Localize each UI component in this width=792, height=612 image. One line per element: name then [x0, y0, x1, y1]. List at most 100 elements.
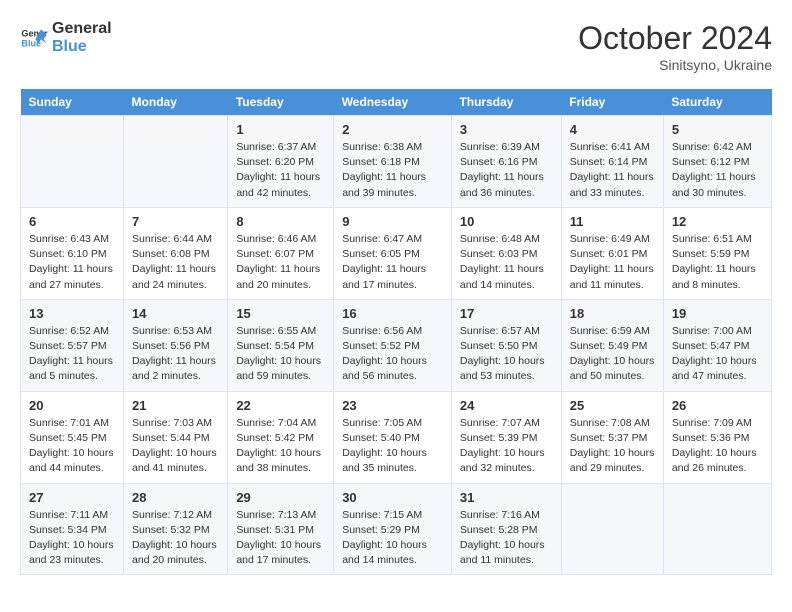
day-content: Sunrise: 6:57 AM Sunset: 5:50 PM Dayligh… — [460, 324, 553, 385]
calendar-cell: 28 Sunrise: 7:12 AM Sunset: 5:32 PM Dayli… — [124, 483, 228, 575]
calendar-cell: 27 Sunrise: 7:11 AM Sunset: 5:34 PM Dayli… — [21, 483, 124, 575]
day-number: 21 — [132, 398, 219, 413]
day-number: 11 — [570, 214, 655, 229]
day-number: 20 — [29, 398, 115, 413]
calendar-cell: 6 Sunrise: 6:43 AM Sunset: 6:10 PM Daylig… — [21, 207, 124, 299]
calendar-cell: 14 Sunrise: 6:53 AM Sunset: 5:56 PM Dayli… — [124, 299, 228, 391]
calendar-cell: 11 Sunrise: 6:49 AM Sunset: 6:01 PM Dayli… — [561, 207, 663, 299]
column-header-wednesday: Wednesday — [334, 89, 452, 116]
day-content: Sunrise: 6:55 AM Sunset: 5:54 PM Dayligh… — [236, 324, 325, 385]
calendar-cell: 3 Sunrise: 6:39 AM Sunset: 6:16 PM Daylig… — [451, 116, 561, 208]
page-header: General Blue General Blue October 2024 S… — [20, 20, 772, 73]
day-content: Sunrise: 7:13 AM Sunset: 5:31 PM Dayligh… — [236, 508, 325, 569]
calendar-cell: 29 Sunrise: 7:13 AM Sunset: 5:31 PM Dayli… — [228, 483, 334, 575]
logo-general: General — [52, 20, 112, 38]
day-number: 4 — [570, 122, 655, 137]
day-number: 5 — [672, 122, 763, 137]
day-content: Sunrise: 6:48 AM Sunset: 6:03 PM Dayligh… — [460, 232, 553, 293]
day-content: Sunrise: 7:15 AM Sunset: 5:29 PM Dayligh… — [342, 508, 443, 569]
calendar-cell: 21 Sunrise: 7:03 AM Sunset: 5:44 PM Dayli… — [124, 391, 228, 483]
day-content: Sunrise: 7:09 AM Sunset: 5:36 PM Dayligh… — [672, 416, 763, 477]
calendar-table: SundayMondayTuesdayWednesdayThursdayFrid… — [20, 89, 772, 575]
calendar-cell: 31 Sunrise: 7:16 AM Sunset: 5:28 PM Dayli… — [451, 483, 561, 575]
day-number: 25 — [570, 398, 655, 413]
day-content: Sunrise: 7:05 AM Sunset: 5:40 PM Dayligh… — [342, 416, 443, 477]
day-number: 27 — [29, 490, 115, 505]
calendar-cell: 9Sunrise: 6:47 AM Sunset: 6:05 PM Daylig… — [334, 207, 452, 299]
day-content: Sunrise: 6:37 AM Sunset: 6:20 PM Dayligh… — [236, 140, 325, 201]
calendar-cell: 16Sunrise: 6:56 AM Sunset: 5:52 PM Dayli… — [334, 299, 452, 391]
title-block: October 2024 Sinitsyno, Ukraine — [578, 20, 772, 73]
day-number: 7 — [132, 214, 219, 229]
column-header-friday: Friday — [561, 89, 663, 116]
day-content: Sunrise: 6:39 AM Sunset: 6:16 PM Dayligh… — [460, 140, 553, 201]
calendar-cell: 30 Sunrise: 7:15 AM Sunset: 5:29 PM Dayli… — [334, 483, 452, 575]
day-number: 14 — [132, 306, 219, 321]
day-content: Sunrise: 6:56 AM Sunset: 5:52 PM Dayligh… — [342, 324, 443, 385]
calendar-week-4: 20 Sunrise: 7:01 AM Sunset: 5:45 PM Dayli… — [21, 391, 772, 483]
day-content: Sunrise: 6:52 AM Sunset: 5:57 PM Dayligh… — [29, 324, 115, 385]
day-content: Sunrise: 6:53 AM Sunset: 5:56 PM Dayligh… — [132, 324, 219, 385]
day-content: Sunrise: 6:46 AM Sunset: 6:07 PM Dayligh… — [236, 232, 325, 293]
calendar-cell: 12 Sunrise: 6:51 AM Sunset: 5:59 PM Dayli… — [663, 207, 771, 299]
day-number: 1 — [236, 122, 325, 137]
calendar-cell: 2Sunrise: 6:38 AM Sunset: 6:18 PM Daylig… — [334, 116, 452, 208]
day-number: 8 — [236, 214, 325, 229]
calendar-week-1: 1 Sunrise: 6:37 AM Sunset: 6:20 PM Daylig… — [21, 116, 772, 208]
calendar-cell: 7 Sunrise: 6:44 AM Sunset: 6:08 PM Daylig… — [124, 207, 228, 299]
calendar-cell: 18 Sunrise: 6:59 AM Sunset: 5:49 PM Dayli… — [561, 299, 663, 391]
day-content: Sunrise: 7:11 AM Sunset: 5:34 PM Dayligh… — [29, 508, 115, 569]
calendar-header: SundayMondayTuesdayWednesdayThursdayFrid… — [21, 89, 772, 116]
column-header-tuesday: Tuesday — [228, 89, 334, 116]
day-number: 19 — [672, 306, 763, 321]
calendar-cell — [663, 483, 771, 575]
calendar-cell: 19 Sunrise: 7:00 AM Sunset: 5:47 PM Dayli… — [663, 299, 771, 391]
day-content: Sunrise: 6:51 AM Sunset: 5:59 PM Dayligh… — [672, 232, 763, 293]
day-content: Sunrise: 7:03 AM Sunset: 5:44 PM Dayligh… — [132, 416, 219, 477]
day-number: 10 — [460, 214, 553, 229]
day-number: 23 — [342, 398, 443, 413]
day-number: 12 — [672, 214, 763, 229]
calendar-cell: 25 Sunrise: 7:08 AM Sunset: 5:37 PM Dayli… — [561, 391, 663, 483]
day-content: Sunrise: 6:43 AM Sunset: 6:10 PM Dayligh… — [29, 232, 115, 293]
calendar-cell: 20 Sunrise: 7:01 AM Sunset: 5:45 PM Dayli… — [21, 391, 124, 483]
day-content: Sunrise: 6:41 AM Sunset: 6:14 PM Dayligh… — [570, 140, 655, 201]
calendar-cell — [561, 483, 663, 575]
logo-blue: Blue — [52, 38, 112, 56]
calendar-week-5: 27 Sunrise: 7:11 AM Sunset: 5:34 PM Dayli… — [21, 483, 772, 575]
day-content: Sunrise: 7:08 AM Sunset: 5:37 PM Dayligh… — [570, 416, 655, 477]
day-number: 2 — [342, 122, 443, 137]
day-number: 3 — [460, 122, 553, 137]
day-number: 22 — [236, 398, 325, 413]
day-number: 29 — [236, 490, 325, 505]
day-content: Sunrise: 6:44 AM Sunset: 6:08 PM Dayligh… — [132, 232, 219, 293]
day-content: Sunrise: 7:12 AM Sunset: 5:32 PM Dayligh… — [132, 508, 219, 569]
day-content: Sunrise: 7:01 AM Sunset: 5:45 PM Dayligh… — [29, 416, 115, 477]
day-content: Sunrise: 7:16 AM Sunset: 5:28 PM Dayligh… — [460, 508, 553, 569]
day-number: 18 — [570, 306, 655, 321]
day-content: Sunrise: 6:49 AM Sunset: 6:01 PM Dayligh… — [570, 232, 655, 293]
day-number: 24 — [460, 398, 553, 413]
calendar-week-3: 13Sunrise: 6:52 AM Sunset: 5:57 PM Dayli… — [21, 299, 772, 391]
calendar-body: 1 Sunrise: 6:37 AM Sunset: 6:20 PM Daylig… — [21, 116, 772, 575]
calendar-week-2: 6 Sunrise: 6:43 AM Sunset: 6:10 PM Daylig… — [21, 207, 772, 299]
day-content: Sunrise: 7:04 AM Sunset: 5:42 PM Dayligh… — [236, 416, 325, 477]
day-number: 31 — [460, 490, 553, 505]
day-number: 30 — [342, 490, 443, 505]
day-content: Sunrise: 7:00 AM Sunset: 5:47 PM Dayligh… — [672, 324, 763, 385]
day-content: Sunrise: 7:07 AM Sunset: 5:39 PM Dayligh… — [460, 416, 553, 477]
calendar-cell: 17 Sunrise: 6:57 AM Sunset: 5:50 PM Dayli… — [451, 299, 561, 391]
calendar-cell — [124, 116, 228, 208]
day-number: 17 — [460, 306, 553, 321]
month-title: October 2024 — [578, 20, 772, 57]
day-number: 6 — [29, 214, 115, 229]
day-content: Sunrise: 6:59 AM Sunset: 5:49 PM Dayligh… — [570, 324, 655, 385]
calendar-cell: 22 Sunrise: 7:04 AM Sunset: 5:42 PM Dayli… — [228, 391, 334, 483]
day-number: 28 — [132, 490, 219, 505]
calendar-cell: 26Sunrise: 7:09 AM Sunset: 5:36 PM Dayli… — [663, 391, 771, 483]
calendar-cell: 13Sunrise: 6:52 AM Sunset: 5:57 PM Dayli… — [21, 299, 124, 391]
day-number: 9 — [342, 214, 443, 229]
calendar-cell: 15Sunrise: 6:55 AM Sunset: 5:54 PM Dayli… — [228, 299, 334, 391]
calendar-cell: 5Sunrise: 6:42 AM Sunset: 6:12 PM Daylig… — [663, 116, 771, 208]
logo-icon: General Blue — [20, 24, 48, 52]
